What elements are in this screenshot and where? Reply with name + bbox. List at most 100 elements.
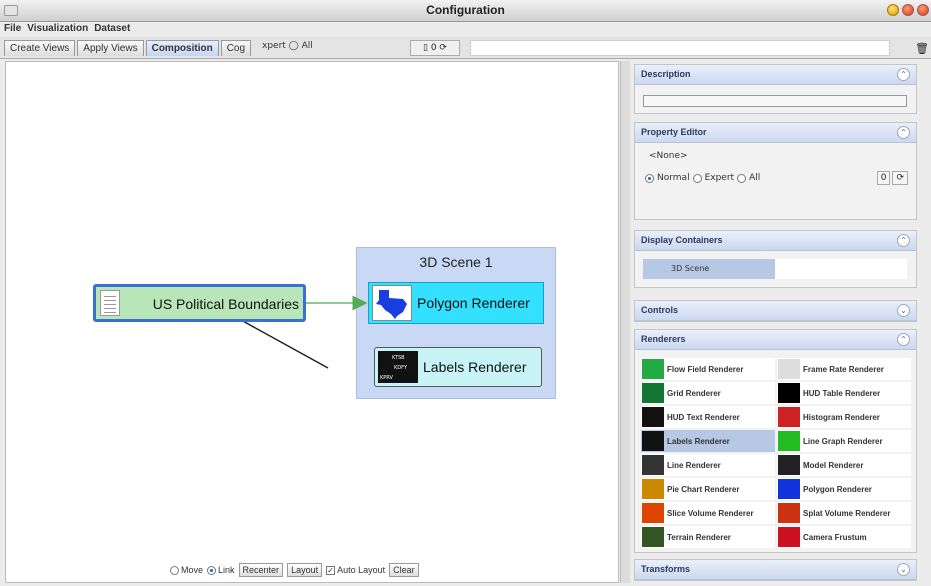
menu-file[interactable]: File bbox=[4, 22, 21, 36]
renderer-item[interactable]: HUD Table Renderer bbox=[777, 382, 911, 404]
renderer-label: Slice Volume Renderer bbox=[667, 508, 754, 518]
collapse-icon[interactable]: ⌃ bbox=[897, 333, 910, 346]
collapse-icon[interactable]: ⌃ bbox=[897, 68, 910, 81]
polygon-icon bbox=[372, 285, 412, 321]
configuration-window: Configuration File Visualization Dataset… bbox=[0, 0, 931, 586]
section-title: Description bbox=[641, 69, 691, 79]
renderer-item[interactable]: Slice Volume Renderer bbox=[641, 502, 775, 524]
display-containers-header[interactable]: Display Containers ⌃ bbox=[635, 231, 916, 251]
hud-text-icon bbox=[642, 407, 664, 427]
histogram-icon bbox=[778, 407, 800, 427]
camera-frustum-icon bbox=[778, 527, 800, 547]
renderer-item[interactable]: Labels Renderer bbox=[641, 430, 775, 452]
transforms-header[interactable]: Transforms ⌄ bbox=[635, 560, 916, 580]
expand-icon[interactable]: ⌄ bbox=[897, 563, 910, 576]
renderer-label: Pie Chart Renderer bbox=[667, 484, 740, 494]
hud-table-icon bbox=[778, 383, 800, 403]
tab-bar: Create Views Apply Views Composition Cog… bbox=[0, 37, 931, 59]
expert-radio[interactable] bbox=[692, 173, 702, 183]
renderer-item[interactable]: Histogram Renderer bbox=[777, 406, 911, 428]
refresh-icon[interactable]: ⟳ bbox=[892, 171, 908, 185]
display-container-item[interactable]: 3D Scene bbox=[643, 259, 775, 279]
renderer-item[interactable]: Terrain Renderer bbox=[641, 526, 775, 548]
renderer-item[interactable]: Model Renderer bbox=[777, 454, 911, 476]
pie-chart-icon bbox=[642, 479, 664, 499]
pending-link-edge bbox=[240, 319, 329, 369]
renderer-item[interactable]: Line Renderer bbox=[641, 454, 775, 476]
renderer-item[interactable]: Frame Rate Renderer bbox=[777, 358, 911, 380]
tab-apply-views[interactable]: Apply Views bbox=[77, 40, 144, 56]
transforms-section: Transforms ⌄ bbox=[634, 559, 917, 581]
renderer-label: Line Renderer bbox=[667, 460, 721, 470]
panel-splitter[interactable] bbox=[620, 61, 630, 583]
expand-icon[interactable]: ⌄ bbox=[897, 304, 910, 317]
tab-composition[interactable]: Composition bbox=[145, 40, 219, 56]
zoom-button[interactable] bbox=[902, 4, 914, 16]
property-editor-header[interactable]: Property Editor ⌃ bbox=[635, 123, 916, 143]
renderer-item[interactable]: Line Graph Renderer bbox=[777, 430, 911, 452]
menu-dataset[interactable]: Dataset bbox=[94, 22, 130, 36]
toolbar-widget[interactable]: ▯ 0 ⟳ bbox=[410, 40, 460, 56]
clear-button[interactable]: Clear bbox=[389, 563, 419, 577]
renderers-header[interactable]: Renderers ⌃ bbox=[635, 330, 916, 350]
section-title: Renderers bbox=[641, 334, 686, 344]
title-bar: Configuration bbox=[0, 0, 931, 22]
trash-icon[interactable]: 🗑 bbox=[915, 42, 929, 55]
all-radio[interactable] bbox=[737, 173, 747, 183]
renderer-label: HUD Text Renderer bbox=[667, 412, 740, 422]
property-value[interactable]: 0 bbox=[876, 171, 891, 185]
splat-volume-icon bbox=[778, 503, 800, 523]
renderer-label: Flow Field Renderer bbox=[667, 364, 744, 374]
polygon-icon bbox=[778, 479, 800, 499]
collapse-icon[interactable]: ⌃ bbox=[897, 234, 910, 247]
check-icon: ✓ bbox=[326, 565, 336, 575]
polygon-renderer-node[interactable]: Polygon Renderer bbox=[368, 282, 544, 324]
property-controls: 0 ⟳ bbox=[876, 171, 908, 185]
link-radio[interactable]: Link bbox=[207, 565, 235, 575]
close-button[interactable] bbox=[917, 4, 929, 16]
renderer-item[interactable]: Camera Frustum bbox=[777, 526, 911, 548]
labels-icon: KTSB KDFY KPRV bbox=[378, 351, 418, 383]
section-title: Property Editor bbox=[641, 127, 707, 137]
controls-section: Controls ⌄ bbox=[634, 300, 917, 322]
frame-rate-icon bbox=[778, 359, 800, 379]
renderer-grid: Flow Field Renderer Frame Rate Renderer Gr… bbox=[641, 358, 911, 548]
renderer-label: HUD Table Renderer bbox=[803, 388, 881, 398]
terrain-icon bbox=[642, 527, 664, 547]
recenter-button[interactable]: Recenter bbox=[238, 563, 284, 577]
line-icon bbox=[642, 455, 664, 475]
renderer-item[interactable]: Grid Renderer bbox=[641, 382, 775, 404]
tab-create-views[interactable]: Create Views bbox=[4, 40, 76, 56]
window-title: Configuration bbox=[426, 3, 505, 17]
tab-cog[interactable]: Cog bbox=[220, 40, 252, 56]
renderer-item[interactable]: Splat Volume Renderer bbox=[777, 502, 911, 524]
slice-volume-icon bbox=[642, 503, 664, 523]
renderer-item[interactable]: Flow Field Renderer bbox=[641, 358, 775, 380]
toolbar-field[interactable] bbox=[470, 40, 890, 56]
composition-canvas[interactable]: 3D Scene 1 US Political Boundaries Polyg… bbox=[5, 61, 619, 583]
description-header[interactable]: Description ⌃ bbox=[635, 65, 916, 85]
renderer-item[interactable]: Polygon Renderer bbox=[777, 478, 911, 500]
renderer-item[interactable]: Pie Chart Renderer bbox=[641, 478, 775, 500]
minimize-button[interactable] bbox=[887, 4, 899, 16]
source-node-label: US Political Boundaries bbox=[152, 296, 299, 312]
renderer-label: Labels Renderer bbox=[667, 436, 730, 446]
renderer-label: Line Graph Renderer bbox=[803, 436, 883, 446]
move-radio[interactable]: Move bbox=[170, 565, 203, 575]
source-node[interactable]: US Political Boundaries bbox=[93, 284, 306, 322]
layout-button[interactable]: Layout bbox=[287, 563, 323, 577]
menu-visualization[interactable]: Visualization bbox=[27, 22, 88, 36]
renderer-label: Grid Renderer bbox=[667, 388, 721, 398]
menu-bar: File Visualization Dataset bbox=[0, 22, 931, 36]
tab-overlay-text: xpert ◯ All bbox=[262, 41, 313, 51]
collapse-icon[interactable]: ⌃ bbox=[897, 126, 910, 139]
normal-radio[interactable] bbox=[645, 173, 654, 183]
description-section: Description ⌃ bbox=[634, 64, 917, 114]
labels-renderer-node[interactable]: KTSB KDFY KPRV Labels Renderer bbox=[374, 347, 542, 387]
renderer-label: Model Renderer bbox=[803, 460, 864, 470]
description-field[interactable] bbox=[643, 95, 907, 107]
renderer-item[interactable]: HUD Text Renderer bbox=[641, 406, 775, 428]
display-container-list: 3D Scene bbox=[643, 259, 907, 279]
auto-layout-checkbox[interactable]: ✓ Auto Layout bbox=[326, 565, 385, 575]
controls-header[interactable]: Controls ⌄ bbox=[635, 301, 916, 321]
